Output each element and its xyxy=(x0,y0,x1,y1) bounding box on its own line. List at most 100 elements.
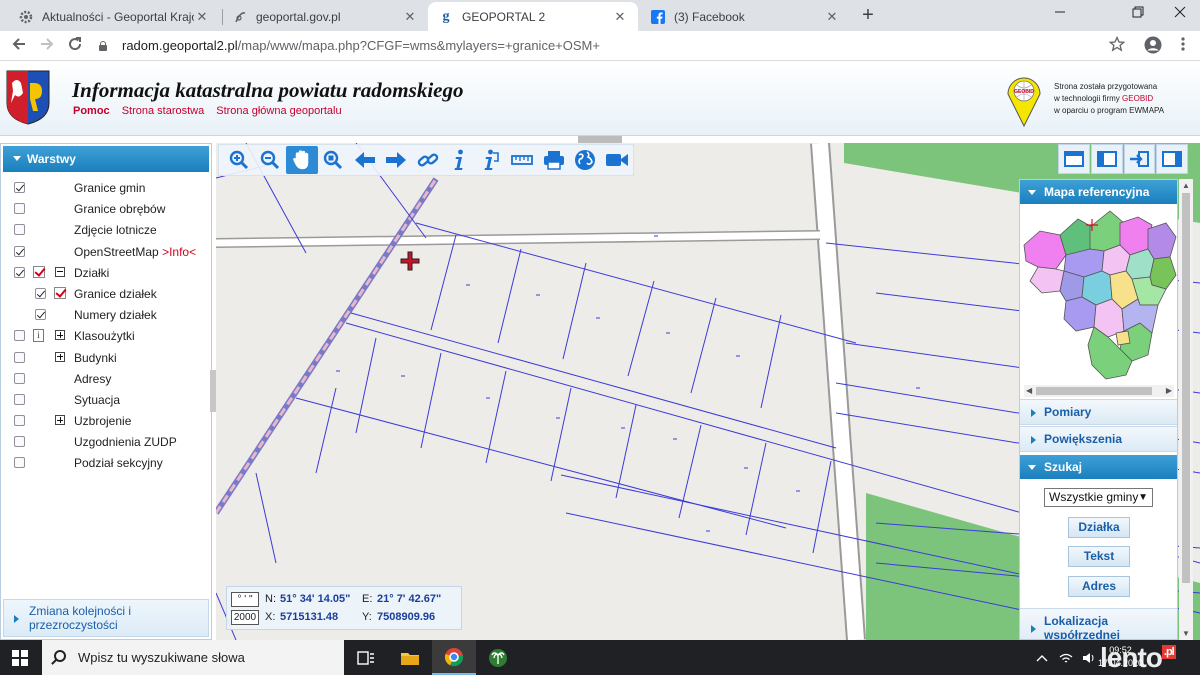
search-parcel-button[interactable]: Działka xyxy=(1068,517,1130,538)
layer-checkbox[interactable] xyxy=(14,224,25,236)
url-field[interactable]: radom.geoportal2.pl/map/www/mapa.php?CFG… xyxy=(98,34,1138,58)
new-tab-button[interactable]: + xyxy=(856,4,880,28)
gmina-select[interactable]: Wszystkie gminy ▼ xyxy=(1044,488,1153,507)
facebook-icon xyxy=(650,9,666,25)
info-edit-icon[interactable] xyxy=(475,146,507,174)
coordinate-location-section[interactable]: Lokalizacja współrzędnej xyxy=(1020,608,1177,639)
starostwo-link[interactable]: Strona starostwa xyxy=(122,105,205,117)
window-layout-icon[interactable] xyxy=(1058,144,1090,174)
layer-checkbox[interactable] xyxy=(14,351,25,363)
reference-map[interactable] xyxy=(1020,205,1177,385)
video-icon[interactable] xyxy=(601,146,633,174)
taskbar-search-input[interactable]: Wpisz tu wyszukiwane słowa xyxy=(42,640,344,675)
print-icon[interactable] xyxy=(538,146,570,174)
reload-button[interactable] xyxy=(64,36,86,56)
task-view-icon[interactable] xyxy=(344,640,388,675)
link-icon[interactable] xyxy=(412,146,444,174)
maximize-button[interactable] xyxy=(1118,3,1158,25)
close-icon[interactable]: ✕ xyxy=(824,9,840,25)
back-arrow-icon[interactable] xyxy=(349,146,381,174)
browser-menu-button[interactable] xyxy=(1172,36,1194,56)
app-icon[interactable] xyxy=(476,640,520,675)
search-section-header[interactable]: Szukaj xyxy=(1020,455,1177,479)
split-layout-icon[interactable] xyxy=(1090,144,1123,174)
zoom-extent-icon[interactable] xyxy=(318,146,350,174)
location-marker xyxy=(400,251,420,271)
map-toolbar xyxy=(218,144,634,176)
reference-map-header[interactable]: Mapa referencyjna xyxy=(1020,180,1177,204)
layer-checkbox[interactable] xyxy=(14,457,25,469)
zoom-in-icon[interactable] xyxy=(223,146,255,174)
minimize-icon xyxy=(1055,11,1065,13)
info-icon[interactable] xyxy=(444,146,476,174)
expand-plus-icon[interactable] xyxy=(55,351,65,362)
search-address-button[interactable]: Adres xyxy=(1068,576,1130,597)
layer-checkbox[interactable] xyxy=(14,415,25,427)
side-panel-icon[interactable] xyxy=(1156,144,1188,174)
measure-icon[interactable] xyxy=(507,146,539,174)
url-path: /map/www/mapa.php?CFGF=wms&mylayers=+gra… xyxy=(237,38,600,53)
chevron-up-icon[interactable] xyxy=(1036,653,1048,663)
windows-start-icon[interactable] xyxy=(12,650,28,666)
legend-info-icon[interactable]: i xyxy=(33,329,44,343)
export-icon[interactable] xyxy=(1123,144,1156,174)
close-icon[interactable]: ✕ xyxy=(402,9,418,25)
browser-tab[interactable]: (3) Facebook ✕ xyxy=(640,2,850,31)
expand-plus-icon[interactable] xyxy=(55,330,65,341)
right-panel-scrollbar[interactable]: ▲ ▼ xyxy=(1179,179,1193,640)
close-window-button[interactable] xyxy=(1160,3,1200,25)
layers-panel-header[interactable]: Warstwy xyxy=(3,146,209,172)
layer-checkbox[interactable] xyxy=(14,330,25,342)
map-top-grip[interactable] xyxy=(578,136,622,143)
close-icon[interactable]: ✕ xyxy=(612,9,628,25)
layer-checkbox[interactable] xyxy=(14,436,25,448)
globe-icon[interactable] xyxy=(570,146,602,174)
osm-info-link[interactable]: >Info< xyxy=(162,245,196,259)
layer-order-section[interactable]: Zmiana kolejności i przezroczystości xyxy=(3,599,209,637)
layer-checkbox[interactable] xyxy=(35,309,46,321)
profile-button[interactable] xyxy=(1142,36,1164,56)
file-explorer-icon[interactable] xyxy=(388,640,432,675)
volume-icon[interactable] xyxy=(1082,652,1096,664)
collapse-minus-icon[interactable] xyxy=(55,266,65,277)
pomiary-section[interactable]: Pomiary xyxy=(1020,399,1177,425)
forward-arrow-icon[interactable] xyxy=(381,146,413,174)
reference-map-scrollbar[interactable]: ◀ ▶ xyxy=(1024,385,1174,397)
dms-unit-toggle[interactable]: ° ' " xyxy=(231,592,259,607)
bookmark-star-button[interactable] xyxy=(1106,35,1128,56)
layer-item-klasouzytki: i Klasoużytki xyxy=(1,326,211,347)
close-window-icon xyxy=(1174,6,1186,18)
red-check-icon xyxy=(33,265,45,278)
layer-checkbox[interactable] xyxy=(14,266,25,278)
powiekszenia-section[interactable]: Powiększenia xyxy=(1020,426,1177,452)
zoom-out-icon[interactable] xyxy=(255,146,287,174)
close-icon[interactable]: ✕ xyxy=(194,9,210,25)
chrome-icon[interactable] xyxy=(432,640,476,675)
g-icon: g xyxy=(442,8,450,24)
layer-checkbox[interactable] xyxy=(14,203,25,215)
help-link[interactable]: Pomoc xyxy=(73,105,110,117)
geobid-link[interactable]: GEOBID xyxy=(1122,94,1153,103)
pan-hand-icon[interactable] xyxy=(286,146,318,174)
crest-logo xyxy=(6,70,50,125)
crs-unit-toggle[interactable]: 2000 xyxy=(231,610,259,625)
layer-checkbox[interactable] xyxy=(14,393,25,405)
browser-tab-active[interactable]: g GEOPORTAL 2 ✕ xyxy=(428,2,638,31)
forward-button[interactable] xyxy=(36,36,58,56)
layer-checkbox[interactable] xyxy=(14,372,25,384)
layer-checkbox[interactable] xyxy=(35,287,46,299)
geoportal-home-link[interactable]: Strona główna geoportalu xyxy=(216,105,341,117)
expand-plus-icon[interactable] xyxy=(55,415,65,426)
wifi-icon[interactable] xyxy=(1058,652,1074,664)
back-button[interactable] xyxy=(8,36,30,56)
search-text-button[interactable]: Tekst xyxy=(1068,546,1130,567)
expand-triangle-icon xyxy=(1031,625,1036,633)
browser-tab[interactable]: Aktualności - Geoportal Krajowy ✕ xyxy=(8,2,220,31)
layer-checkbox[interactable] xyxy=(14,245,25,257)
browser-tab[interactable]: geoportal.gov.pl ✕ xyxy=(222,2,428,31)
road xyxy=(216,231,821,247)
latitude-value: 51° 34' 14.05" xyxy=(280,593,351,605)
collapse-triangle-icon xyxy=(1028,465,1036,470)
layer-checkbox[interactable] xyxy=(14,182,25,193)
minimize-button[interactable] xyxy=(1040,3,1080,25)
